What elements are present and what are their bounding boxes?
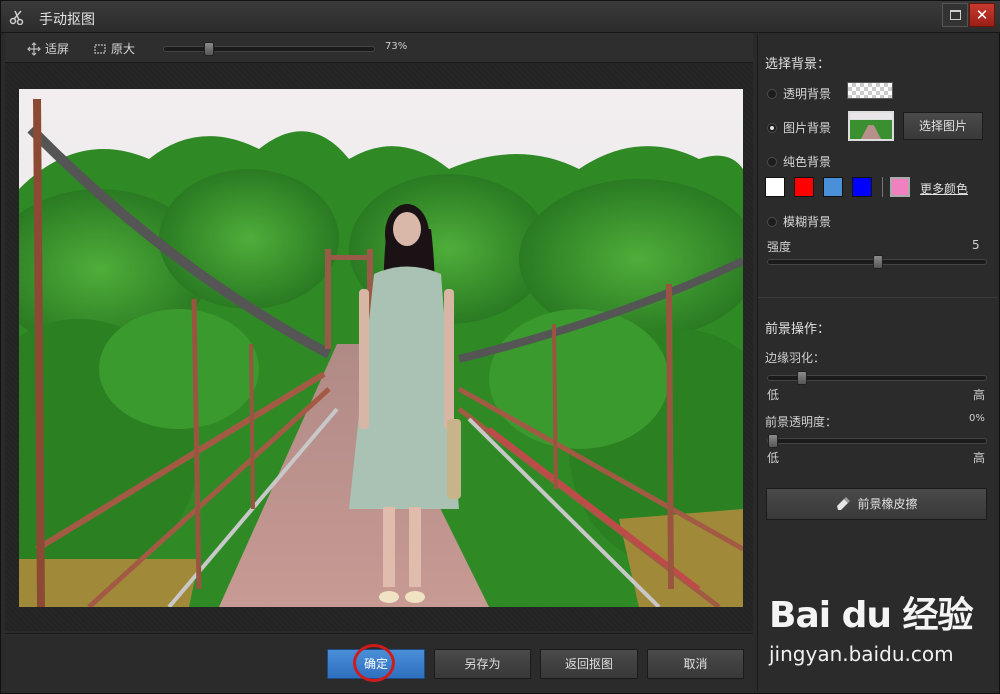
feather-slider-thumb[interactable] bbox=[797, 371, 807, 385]
color-swatch[interactable] bbox=[890, 177, 910, 197]
maximize-icon bbox=[950, 10, 961, 20]
section-divider bbox=[758, 297, 998, 298]
zoom-value: 73% bbox=[385, 41, 408, 52]
image-background-label: 图片背景 bbox=[783, 121, 832, 135]
canvas-area bbox=[5, 63, 753, 631]
transparent-background-option[interactable]: 透明背景 bbox=[767, 85, 831, 102]
background-thumbnail bbox=[848, 111, 894, 141]
color-swatch[interactable] bbox=[823, 177, 843, 197]
opacity-high-label: 高 bbox=[973, 451, 986, 465]
opacity-slider[interactable] bbox=[767, 434, 987, 448]
title-bar: 手动抠图 ✕ bbox=[1, 1, 1000, 33]
opacity-low-label: 低 bbox=[767, 451, 780, 465]
view-toolbar: 适屏 原大 73% bbox=[5, 33, 753, 63]
scissors-icon bbox=[9, 10, 24, 25]
transparent-preview bbox=[847, 82, 893, 99]
strength-slider[interactable] bbox=[767, 255, 987, 269]
opacity-value: 0% bbox=[969, 413, 985, 424]
baidu-jingyan-watermark: Bai du 经验 jingyan.baidu.com bbox=[769, 586, 989, 686]
action-bar: 确定 另存为 返回抠图 取消 bbox=[5, 633, 753, 691]
foreground-eraser-button[interactable]: 前景橡皮擦 bbox=[766, 488, 987, 520]
blur-background-label: 模糊背景 bbox=[783, 215, 832, 229]
background-section-title: 选择背景： bbox=[765, 57, 831, 72]
solid-background-option[interactable]: 纯色背景 bbox=[767, 153, 831, 170]
watermark-logo: Bai du 经验 bbox=[769, 595, 974, 636]
preview-photo[interactable] bbox=[19, 89, 743, 607]
confirm-button[interactable]: 确定 bbox=[327, 649, 425, 679]
solid-background-radio[interactable] bbox=[767, 156, 777, 167]
image-background-option[interactable]: 图片背景 bbox=[767, 119, 831, 136]
transparent-background-label: 透明背景 bbox=[783, 87, 832, 101]
manual-cutout-window: 手动抠图 ✕ 适屏 原大 73% 选择背景： 透明背景 图片背景 选择图片 纯色… bbox=[0, 0, 1000, 694]
window-title: 手动抠图 bbox=[39, 12, 95, 28]
swatch-divider bbox=[882, 177, 883, 197]
maximize-button[interactable] bbox=[942, 3, 968, 27]
strength-slider-thumb[interactable] bbox=[873, 255, 883, 269]
color-swatch[interactable] bbox=[794, 177, 814, 197]
opacity-label: 前景透明度： bbox=[765, 415, 838, 429]
feather-high-label: 高 bbox=[973, 388, 986, 402]
more-colors-link[interactable]: 更多颜色 bbox=[920, 180, 968, 197]
close-icon: ✕ bbox=[975, 6, 989, 24]
fit-screen-icon bbox=[27, 41, 41, 56]
blur-background-radio[interactable] bbox=[767, 216, 777, 227]
feather-low-label: 低 bbox=[767, 388, 780, 402]
watermark-url: jingyan.baidu.com bbox=[769, 642, 954, 666]
eraser-icon bbox=[837, 497, 851, 510]
original-size-icon bbox=[94, 43, 106, 54]
fit-screen-button[interactable]: 适屏 bbox=[27, 40, 69, 57]
opacity-slider-thumb[interactable] bbox=[768, 434, 778, 448]
cancel-button[interactable]: 取消 bbox=[647, 649, 744, 679]
zoom-slider-thumb[interactable] bbox=[204, 42, 214, 56]
feather-label: 边缘羽化： bbox=[765, 351, 826, 365]
back-to-cutout-button[interactable]: 返回抠图 bbox=[540, 649, 638, 679]
save-as-button[interactable]: 另存为 bbox=[434, 649, 531, 679]
color-swatch[interactable] bbox=[852, 177, 872, 197]
solid-background-label: 纯色背景 bbox=[783, 155, 832, 169]
strength-label: 强度 bbox=[767, 240, 792, 254]
blur-background-option[interactable]: 模糊背景 bbox=[767, 213, 831, 230]
strength-value: 5 bbox=[972, 238, 980, 252]
foreground-section-title: 前景操作： bbox=[765, 322, 831, 337]
foreground-eraser-label: 前景橡皮擦 bbox=[857, 497, 918, 511]
image-background-radio[interactable] bbox=[767, 122, 777, 133]
close-button[interactable]: ✕ bbox=[969, 3, 995, 27]
choose-image-button[interactable]: 选择图片 bbox=[903, 112, 983, 140]
original-size-button[interactable]: 原大 bbox=[93, 40, 135, 57]
fit-screen-label: 适屏 bbox=[45, 42, 70, 56]
zoom-slider[interactable] bbox=[163, 42, 375, 56]
feather-slider[interactable] bbox=[767, 371, 987, 385]
transparent-background-radio[interactable] bbox=[767, 88, 777, 99]
original-size-label: 原大 bbox=[111, 42, 136, 56]
color-swatch[interactable] bbox=[765, 177, 785, 197]
